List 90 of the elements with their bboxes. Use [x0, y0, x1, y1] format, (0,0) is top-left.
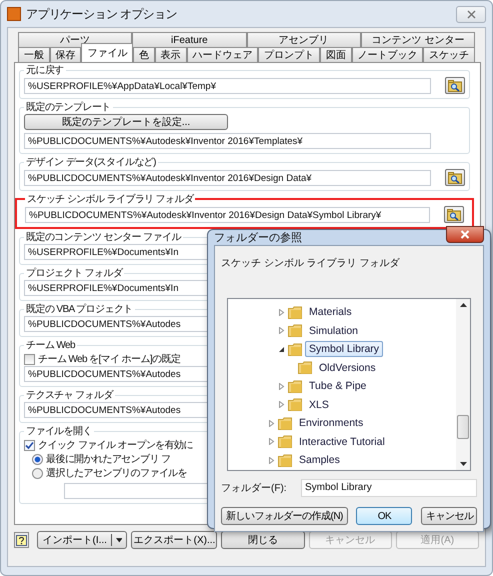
tab[interactable]: iFeature	[132, 32, 246, 47]
collapsed-arrow-icon[interactable]	[268, 438, 275, 446]
scrollbar[interactable]	[456, 299, 470, 470]
window-title: アプリケーション オプション	[26, 6, 177, 22]
dialog-button[interactable]: エクスポート(X)...	[131, 531, 218, 549]
tab[interactable]: プロンプト	[258, 47, 320, 62]
folder-field[interactable]: Symbol Library	[301, 479, 477, 497]
checkbox-label: クイック ファイル オープンを有効に	[38, 438, 193, 452]
dialog-button[interactable]: キャンセル	[420, 507, 477, 525]
folder-item[interactable]: OldVersions	[315, 360, 380, 376]
collapsed-arrow-icon[interactable]	[268, 420, 275, 427]
dialog-button[interactable]: 新しいフォルダーの作成(N)	[221, 507, 348, 525]
close-button[interactable]	[446, 226, 484, 243]
folder-item[interactable]: XLS	[305, 396, 333, 413]
group-label: チーム Web	[25, 339, 76, 352]
group-label: ファイルを開く	[25, 425, 93, 438]
tab[interactable]: 図面	[320, 47, 352, 62]
close-icon	[460, 230, 470, 239]
radio-label: 選択したアセンブリのファイルを	[46, 466, 188, 480]
tab[interactable]: スケッチ	[423, 47, 476, 62]
radio-button[interactable]	[32, 454, 43, 464]
folder-icon	[288, 342, 302, 356]
path-field[interactable]: %USERPROFILE%¥AppData¥Local¥Temp¥	[24, 78, 431, 94]
dialog-button[interactable]: 閉じる	[221, 531, 305, 549]
tab[interactable]: 表示	[154, 47, 187, 62]
tab[interactable]: アセンブリ	[246, 32, 361, 47]
checkbox[interactable]	[24, 440, 35, 450]
scroll-up-icon[interactable]	[460, 303, 466, 307]
collapsed-arrow-icon[interactable]	[278, 327, 285, 334]
folder-item[interactable]: Tube & Pipe	[305, 378, 370, 394]
collapsed-arrow-icon[interactable]	[278, 401, 285, 408]
group-label: プロジェクト フォルダ	[25, 266, 124, 280]
help-icon	[16, 534, 28, 546]
dialog-description: スケッチ シンボル ライブラリ フォルダ	[221, 256, 401, 270]
tab[interactable]: ノートブック	[352, 47, 424, 62]
group-label: デザイン データ(スタイルなど)	[25, 156, 157, 169]
tab[interactable]: 一般	[18, 47, 50, 62]
browse-button[interactable]	[444, 206, 464, 223]
group-label: 既定のテンプレート	[25, 100, 112, 114]
folder-item[interactable]: Interactive Tutorial	[295, 434, 389, 450]
group-label: 既定の VBA プロジェクト	[25, 302, 134, 316]
folder-icon	[278, 435, 292, 448]
folder-item[interactable]: Environments	[295, 415, 368, 432]
checkbox-label: チーム Web を[マイ ホーム]の既定	[38, 352, 180, 366]
radio-button[interactable]	[32, 468, 43, 478]
folder-item[interactable]: Materials	[305, 304, 356, 320]
folder-label: フォルダー(F):	[221, 482, 288, 495]
path-field[interactable]: %PUBLICDOCUMENTS%¥Autodesk¥Inventor 2016¥Templates¥	[24, 133, 431, 149]
dropdown-icon	[116, 538, 122, 542]
help-button[interactable]	[14, 532, 30, 548]
folder-search-icon	[447, 208, 461, 220]
checkbox[interactable]	[24, 354, 35, 364]
browse-button[interactable]	[445, 77, 465, 94]
tab[interactable]: コンテンツ センター	[360, 32, 475, 47]
folder-item[interactable]: Symbol Library	[305, 341, 384, 358]
browse-button[interactable]	[445, 169, 465, 186]
tab[interactable]: ハードウェア	[186, 47, 258, 62]
path-field[interactable]: %PUBLICDOCUMENTS%¥Autodesk¥Inventor 2016¥Design Data¥Symbol Library¥	[25, 206, 430, 222]
tab[interactable]: ファイル	[81, 43, 134, 62]
folder-icon	[288, 324, 302, 338]
dialog-button[interactable]: OK	[356, 507, 412, 525]
folder-item[interactable]: Simulation	[305, 322, 362, 339]
collapsed-arrow-icon[interactable]	[278, 382, 285, 390]
group-label: 元に戻す	[25, 64, 65, 77]
scroll-down-icon[interactable]	[460, 462, 466, 466]
collapsed-arrow-icon[interactable]	[268, 456, 275, 464]
folder-item[interactable]: Samples	[295, 452, 344, 468]
expanded-arrow-icon[interactable]	[278, 346, 285, 353]
app-icon	[7, 7, 21, 21]
group-label: 既定のコンテンツ センター ファイル	[25, 230, 182, 244]
set-template-button[interactable]: 既定のテンプレートを設定...	[24, 114, 228, 130]
folder-search-icon	[448, 80, 462, 92]
import-button[interactable]: インポート(I...	[37, 531, 128, 549]
tab[interactable]: 色	[133, 47, 155, 62]
group-label: スケッチ シンボル ライブラリ フォルダ	[26, 192, 195, 206]
path-field[interactable]: %PUBLICDOCUMENTS%¥Autodesk¥Inventor 2016¥Design Data¥	[24, 170, 431, 186]
folder-icon	[278, 454, 292, 467]
folder-icon	[288, 380, 302, 393]
folder-icon	[288, 306, 302, 319]
scroll-thumb[interactable]	[457, 415, 469, 439]
close-icon	[466, 10, 476, 18]
collapsed-arrow-icon[interactable]	[278, 308, 285, 316]
folder-icon	[298, 361, 312, 374]
radio-label: 最後に開かれたアセンブリ フ	[46, 452, 170, 466]
folder-icon	[278, 416, 292, 430]
folder-icon	[288, 398, 302, 412]
dialog-title: フォルダーの参照	[214, 231, 302, 245]
folder-search-icon	[448, 172, 462, 184]
group-label: テクスチャ フォルダ	[25, 389, 114, 402]
tab[interactable]: 保存	[50, 47, 82, 62]
